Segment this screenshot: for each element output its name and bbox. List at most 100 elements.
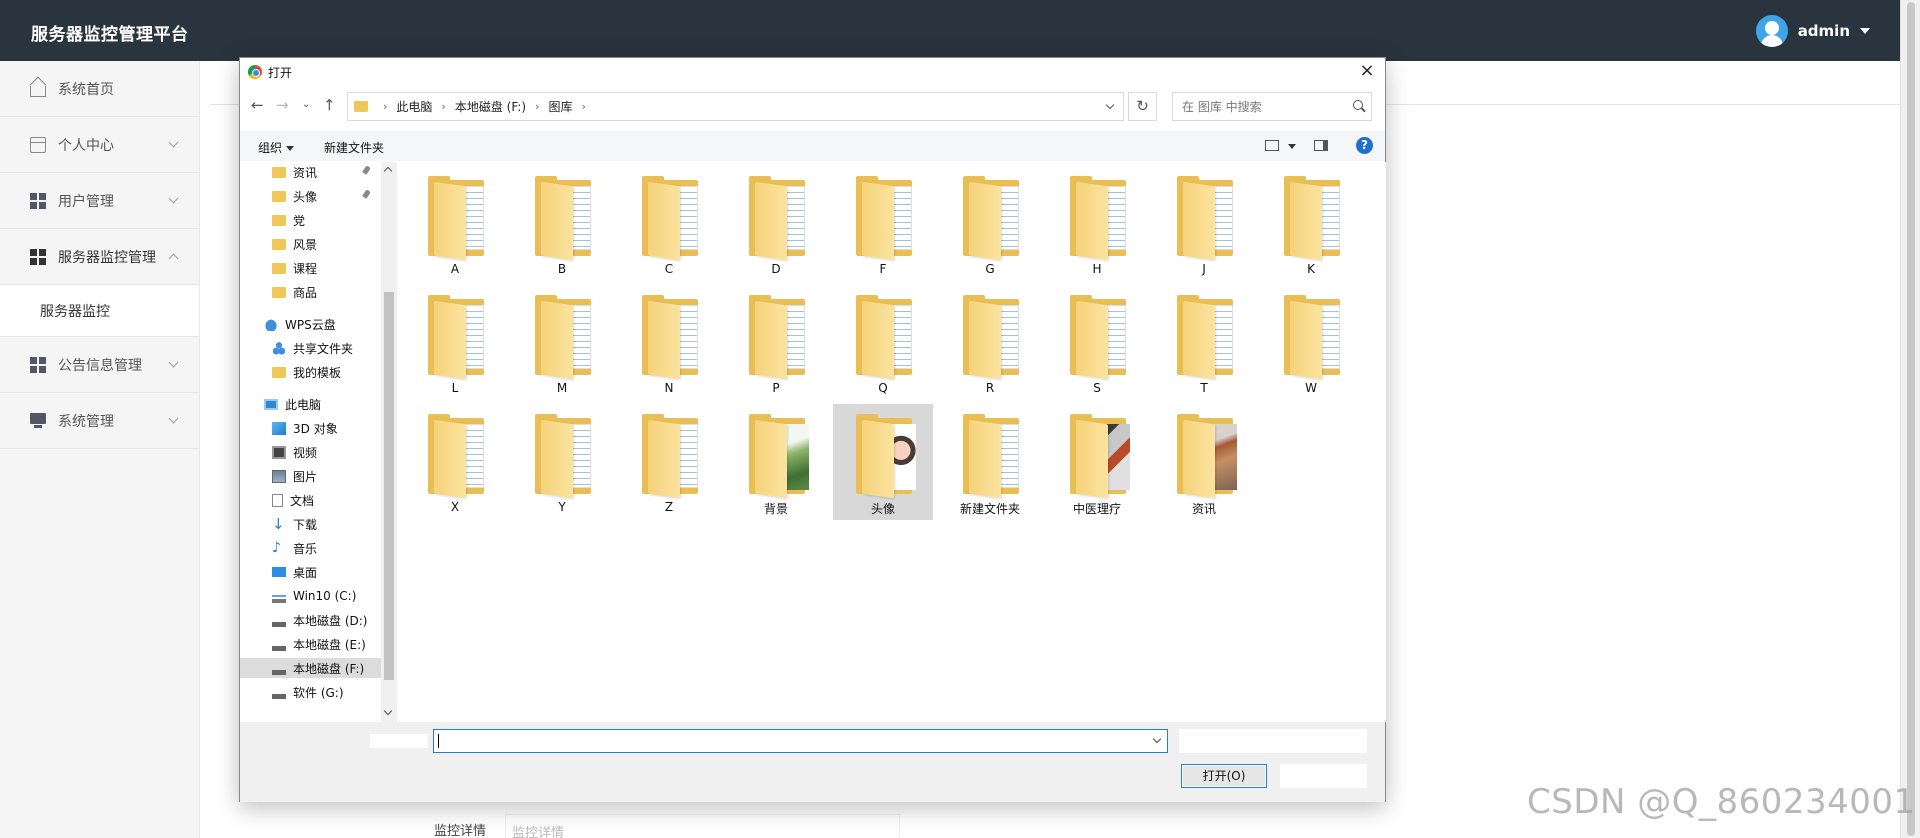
cloud-icon — [264, 317, 278, 331]
folder-tile[interactable]: A — [405, 166, 505, 282]
tree-item[interactable]: 视频 — [272, 442, 317, 462]
folder-tile[interactable]: G — [940, 166, 1040, 282]
breadcrumb-item[interactable]: 本地磁盘 (F:) — [455, 98, 526, 115]
tree-item[interactable]: 资讯 — [272, 162, 371, 182]
scrollbar-thumb[interactable] — [384, 292, 394, 680]
user-menu[interactable]: admin — [1755, 15, 1870, 47]
close-button[interactable]: × — [1357, 62, 1377, 82]
tree-scrollbar[interactable] — [381, 162, 397, 722]
tree-item[interactable]: 风景 — [272, 234, 317, 254]
tab-monitor-detail-placeholder[interactable]: 监控详情 — [512, 822, 564, 838]
folder-tile[interactable]: 资讯 — [1154, 404, 1254, 520]
folder-tile[interactable]: P — [726, 285, 826, 401]
cancel-button[interactable] — [1280, 764, 1367, 788]
tree-item[interactable]: 软件 (G:) — [272, 682, 344, 702]
folder-tile[interactable]: 新建文件夹 — [940, 404, 1040, 520]
address-bar[interactable]: › 此电脑 › 本地磁盘 (F:) › 图库 › — [347, 92, 1124, 121]
sidebar-item-profile[interactable]: 个人中心 — [0, 117, 199, 173]
view-mode-icon[interactable] — [1265, 140, 1279, 151]
tree-item[interactable]: 本地磁盘 (E:) — [272, 634, 366, 654]
search-input[interactable]: 在 图库 中搜索 — [1172, 92, 1372, 121]
sidebar-item-users[interactable]: 用户管理 — [0, 173, 199, 229]
new-folder-button[interactable]: 新建文件夹 — [324, 139, 384, 156]
pin-icon — [362, 189, 371, 199]
tree-item[interactable]: ↓ 下载 — [272, 514, 317, 534]
file-type-filter[interactable] — [1179, 729, 1367, 753]
preview-pane-icon[interactable] — [1314, 140, 1328, 151]
tree-item[interactable]: 共享文件夹 — [272, 338, 353, 358]
folder-tile[interactable]: C — [619, 166, 719, 282]
tree-item[interactable]: 此电脑 — [264, 394, 321, 414]
tree-item[interactable]: 本地磁盘 (D:) — [272, 610, 367, 630]
folder-tile[interactable]: W — [1261, 285, 1361, 401]
folder-tile-selected[interactable]: 头像 — [833, 404, 933, 520]
breadcrumb-item[interactable]: 此电脑 — [396, 98, 432, 115]
search-icon[interactable] — [1353, 100, 1363, 110]
scroll-up-icon[interactable] — [383, 166, 393, 176]
caret-down-icon[interactable] — [1860, 28, 1870, 34]
tree-item[interactable]: 图片 — [272, 466, 317, 486]
tree-item[interactable]: 党 — [272, 210, 305, 230]
sidebar-item-system[interactable]: 系统管理 — [0, 393, 199, 449]
file-grid: A B C D F G H J K L M N P Q R S T W X Y Z 背景 头像 新建文件夹 中医理疗 资讯 — [398, 162, 1386, 722]
folder-tile[interactable]: T — [1154, 285, 1254, 401]
folder-tile[interactable]: R — [940, 285, 1040, 401]
up-arrow-icon[interactable]: ↑ — [323, 96, 336, 114]
folder-tile[interactable]: F — [833, 166, 933, 282]
tree-item[interactable]: 课程 — [272, 258, 317, 278]
folder-tile[interactable]: X — [405, 404, 505, 520]
chevron-down-icon[interactable] — [1105, 100, 1115, 110]
folder-tile[interactable]: J — [1154, 166, 1254, 282]
forward-arrow-icon[interactable]: → — [276, 96, 289, 114]
folder-name: 中医理疗 — [1072, 502, 1121, 516]
page-scrollbar[interactable] — [1900, 0, 1920, 838]
chevron-right-icon[interactable]: › — [535, 100, 539, 113]
chevron-down-icon[interactable] — [1152, 734, 1162, 744]
avatar[interactable] — [1755, 15, 1788, 47]
folder-tile[interactable]: L — [405, 285, 505, 401]
caret-down-icon[interactable] — [1288, 144, 1296, 149]
folder-tile[interactable]: H — [1047, 166, 1147, 282]
folder-tile[interactable]: Q — [833, 285, 933, 401]
sidebar-item-server-monitoring[interactable]: 服务器监控管理 — [0, 229, 199, 285]
folder-tile[interactable]: D — [726, 166, 826, 282]
chevron-right-icon[interactable]: › — [581, 100, 585, 113]
scroll-down-icon[interactable] — [383, 706, 393, 716]
chevron-right-icon[interactable]: › — [441, 100, 445, 113]
tree-item[interactable]: 桌面 — [272, 562, 317, 582]
sidebar-subitem-server-monitor[interactable]: 服务器监控 — [0, 285, 199, 337]
sidebar-item-home[interactable]: 系统首页 — [0, 61, 199, 117]
folder-tile[interactable]: Y — [512, 404, 612, 520]
folder-tile[interactable]: K — [1261, 166, 1361, 282]
organize-menu[interactable]: 组织 — [258, 139, 295, 156]
tree-item[interactable]: WPS云盘 — [264, 314, 336, 334]
breadcrumb-item[interactable]: 图库 — [548, 98, 572, 115]
scrollbar-thumb[interactable] — [1907, 2, 1915, 836]
tree-item[interactable]: 我的模板 — [272, 362, 341, 382]
username[interactable]: admin — [1798, 22, 1850, 40]
sidebar-item-announcements[interactable]: 公告信息管理 — [0, 337, 199, 393]
tree-item[interactable]: Win10 (C:) — [272, 586, 356, 606]
tree-item[interactable]: 商品 — [272, 282, 317, 302]
help-icon[interactable]: ? — [1356, 137, 1373, 154]
refresh-button[interactable]: ↻ — [1128, 92, 1157, 121]
folder-tile[interactable]: 中医理疗 — [1047, 404, 1147, 520]
tree-item[interactable]: 文档 — [272, 490, 314, 510]
filename-input[interactable] — [433, 729, 1168, 753]
open-button[interactable]: 打开(O) — [1181, 764, 1267, 788]
tree-item[interactable]: 头像 — [272, 186, 371, 206]
folder-tile[interactable]: M — [512, 285, 612, 401]
folder-tile[interactable]: B — [512, 166, 612, 282]
folder-icon — [856, 295, 918, 380]
folder-tile[interactable]: N — [619, 285, 719, 401]
folder-tile[interactable]: S — [1047, 285, 1147, 401]
tree-item-selected[interactable]: 本地磁盘 (F:) — [240, 658, 381, 678]
folder-tile[interactable]: 背景 — [726, 404, 826, 520]
folder-tile[interactable]: Z — [619, 404, 719, 520]
chevron-right-icon[interactable]: › — [383, 100, 387, 113]
back-arrow-icon[interactable]: ← — [251, 96, 264, 114]
tree-item[interactable]: 3D 对象 — [272, 418, 338, 438]
tab-monitor-detail[interactable]: 监控详情 — [434, 820, 486, 838]
tree-item[interactable]: ♪ 音乐 — [272, 538, 317, 558]
recent-dropdown-icon[interactable]: ⌄ — [302, 99, 310, 110]
